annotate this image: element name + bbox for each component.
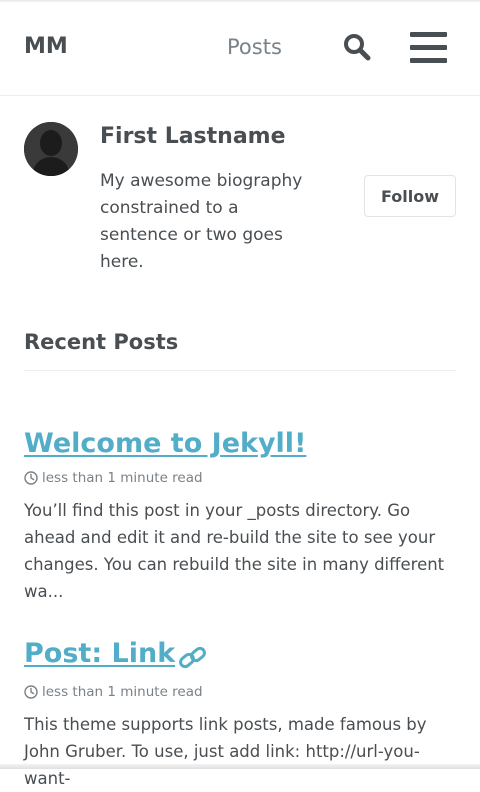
- avatar-silhouette-icon: [24, 122, 78, 176]
- author-bio: My awesome biography constrained to a se…: [100, 171, 303, 272]
- read-time: less than 1 minute read: [42, 470, 203, 486]
- nav-link-posts[interactable]: Posts: [227, 35, 282, 59]
- site-brand-link[interactable]: MM: [24, 34, 68, 59]
- avatar: [24, 122, 78, 176]
- post-item: Welcome to Jekyll! less than 1 minute re…: [24, 428, 456, 605]
- read-time: less than 1 minute read: [42, 683, 203, 700]
- post-title-link[interactable]: Post: Link: [24, 638, 175, 669]
- follow-button[interactable]: Follow: [364, 175, 456, 217]
- masthead: MM Posts: [0, 0, 480, 96]
- page-fade: [0, 764, 480, 769]
- post-title-link[interactable]: Welcome to Jekyll!: [24, 428, 306, 459]
- author-name: First Lastname: [100, 124, 286, 149]
- author-profile: First Lastname My awesome biography cons…: [24, 122, 456, 272]
- post-meta: less than 1 minute read: [24, 469, 456, 487]
- post-excerpt: This theme supports link posts, made fam…: [24, 714, 427, 788]
- section-divider: [24, 370, 456, 371]
- search-icon: [344, 34, 371, 61]
- search-button[interactable]: [343, 32, 371, 62]
- clock-icon: [24, 684, 38, 699]
- menu-toggle-button[interactable]: [410, 32, 448, 64]
- clock-icon: [24, 471, 38, 485]
- hamburger-menu-icon: [410, 32, 447, 37]
- post-excerpt: You’ll find this post in your _posts dir…: [24, 501, 445, 601]
- recent-posts-heading: Recent Posts: [24, 330, 179, 354]
- post-meta: less than 1 minute read: [24, 683, 456, 701]
- link-icon[interactable]: [177, 643, 209, 673]
